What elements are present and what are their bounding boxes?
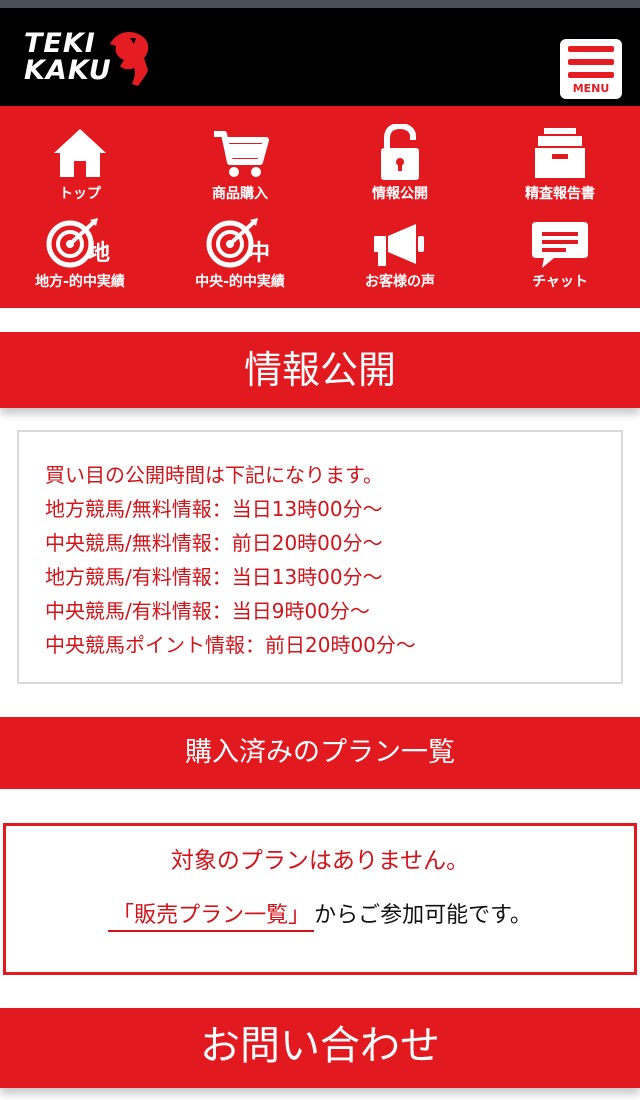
chat-bubble-icon [532, 222, 588, 268]
info-line: 中央競馬/有料情報：当日9時00分〜 [45, 599, 370, 623]
menu-button[interactable]: MENU [560, 39, 622, 99]
top-strip [0, 0, 640, 8]
nav-item-voices[interactable]: お客様の声 [320, 216, 480, 306]
contact-section-header: お問い合わせ [0, 1008, 640, 1088]
plans-empty-message: 対象のプランはありません。 [170, 848, 470, 874]
filing-cabinet-icon [535, 128, 585, 178]
home-icon [54, 129, 106, 177]
unlock-icon [381, 124, 419, 180]
menu-bar-1 [568, 46, 614, 52]
sales-plan-list-link[interactable]: 「販売プラン一覧」 [108, 903, 315, 932]
horse-logo-icon [110, 32, 149, 86]
info-line: 中央競馬/無料情報：前日20時00分〜 [45, 531, 383, 555]
logo-line-1: TEKI [24, 28, 96, 59]
nav-label: チャット [532, 274, 588, 290]
target-local-icon: 地 [46, 218, 110, 268]
site-header: TEKI KAKU MENU [0, 8, 640, 106]
nav-label: トップ [59, 186, 101, 202]
info-section-header: 情報公開 [0, 332, 640, 408]
cart-icon [214, 131, 269, 177]
target-local-char: 地 [88, 241, 110, 266]
logo-line-2: KAKU [24, 55, 112, 86]
nav-item-report[interactable]: 精査報告書 [480, 124, 640, 214]
nav-label: 情報公開 [372, 186, 428, 202]
info-line: 地方競馬/有料情報：当日13時00分〜 [45, 565, 383, 589]
nav-item-central-results[interactable]: 中 中央-的中実績 [160, 216, 320, 306]
nav-item-chat[interactable]: チャット [480, 216, 640, 306]
target-central-icon: 中 [206, 218, 270, 268]
menu-bar-2 [568, 59, 614, 65]
menu-label: MENU [572, 82, 610, 95]
site-logo[interactable]: TEKI KAKU [24, 30, 149, 90]
nav-label: 中央-的中実績 [195, 274, 285, 290]
contact-section-title: お問い合わせ [200, 1023, 440, 1069]
nav-item-info[interactable]: 情報公開 [320, 124, 480, 214]
nav-label: お客様の声 [365, 274, 435, 290]
info-line: 地方競馬/無料情報：当日13時00分〜 [45, 497, 383, 521]
megaphone-icon [374, 224, 424, 266]
plans-section-title: 購入済みのプラン一覧 [185, 737, 455, 768]
plans-link-suffix: からご参加可能です。 [314, 903, 532, 928]
info-box: 買い目の公開時間は下記になります。 地方競馬/無料情報：当日13時00分〜 中央… [17, 430, 623, 684]
menu-bar-3 [568, 72, 614, 78]
nav-label: 商品購入 [212, 186, 268, 202]
info-line: 買い目の公開時間は下記になります。 [45, 463, 383, 487]
nav-item-purchase[interactable]: 商品購入 [160, 124, 320, 214]
nav-item-top[interactable]: トップ [0, 124, 160, 214]
plans-section-header: 購入済みのプラン一覧 [0, 717, 640, 789]
plans-empty-box: 対象のプランはありません。 「販売プラン一覧」 からご参加可能です。 [3, 823, 637, 975]
info-section-title: 情報公開 [243, 348, 396, 392]
info-line: 中央競馬ポイント情報：前日20時00分〜 [45, 633, 416, 657]
target-central-char: 中 [248, 241, 270, 266]
nav-label: 精査報告書 [525, 186, 595, 202]
nav-label: 地方-的中実績 [35, 274, 125, 290]
logo-wordmark: TEKI KAKU [24, 30, 112, 84]
nav-item-local-results[interactable]: 地 地方-的中実績 [0, 216, 160, 306]
icon-nav: トップ 商品購入 情報公開 精査報告書 地 地方-的中実績 中 中央-的中実績 … [0, 106, 640, 308]
plans-link-row: 「販売プラン一覧」 からご参加可能です。 [6, 901, 634, 932]
